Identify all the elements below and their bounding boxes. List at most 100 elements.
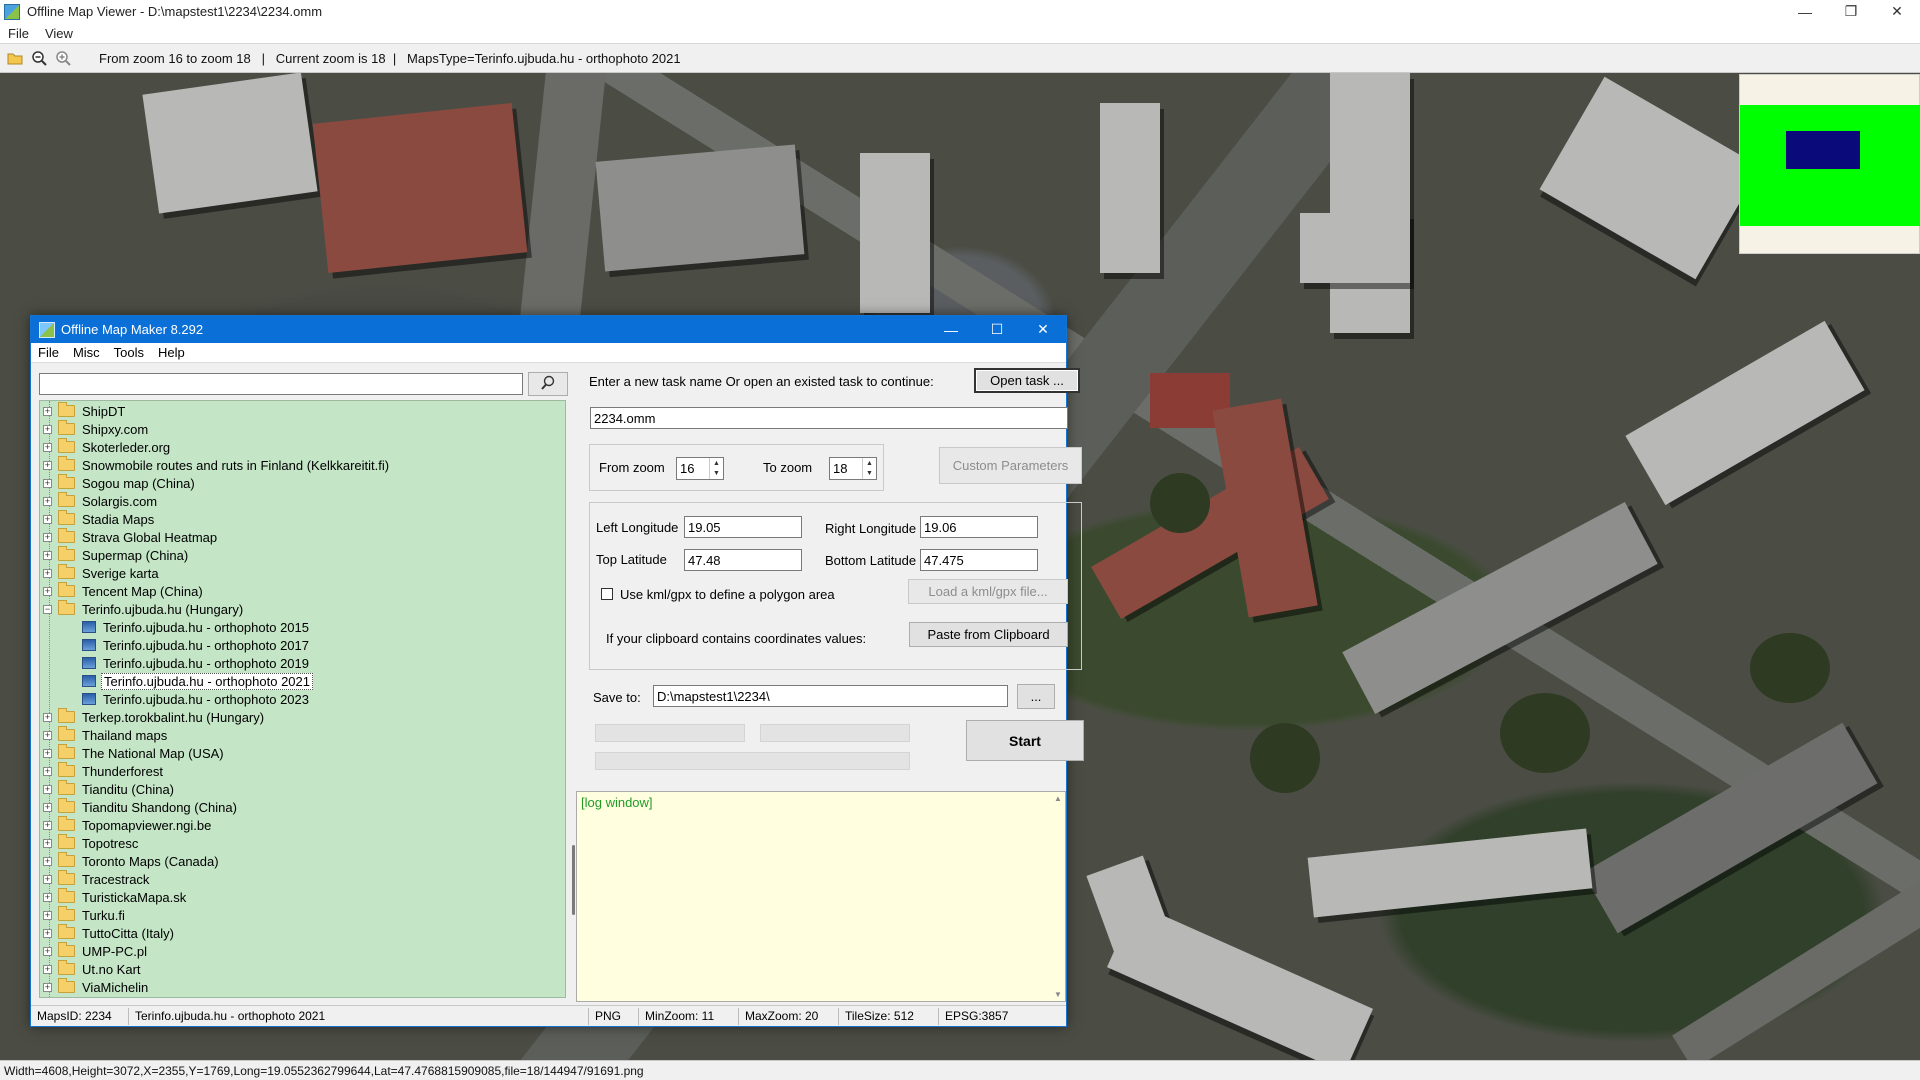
- bottom-latitude-input[interactable]: 47.475: [920, 549, 1038, 571]
- minimap-viewport[interactable]: [1786, 131, 1860, 169]
- expand-icon[interactable]: +: [43, 730, 52, 740]
- tree-folder-item[interactable]: + Ut.no Kart: [40, 960, 143, 978]
- overview-minimap[interactable]: [1739, 74, 1920, 254]
- viewer-menu-view[interactable]: View: [37, 26, 81, 41]
- to-zoom-stepper[interactable]: 18 ▲ ▼: [829, 457, 877, 480]
- expand-icon[interactable]: +: [43, 982, 52, 992]
- tree-folder-item[interactable]: + Snowmobile routes and ruts in Finland (…: [40, 456, 391, 474]
- expand-icon[interactable]: +: [43, 892, 52, 902]
- from-zoom-arrows[interactable]: ▲ ▼: [709, 458, 723, 479]
- start-button[interactable]: Start: [966, 720, 1084, 761]
- tree-folder-item[interactable]: + ViaMichelin: [40, 978, 150, 996]
- expand-icon[interactable]: +: [43, 712, 52, 722]
- expand-icon[interactable]: +: [43, 532, 52, 542]
- open-task-button[interactable]: Open task ...: [974, 368, 1080, 393]
- tree-folder-item[interactable]: + Solargis.com: [40, 492, 159, 510]
- left-longitude-input[interactable]: 19.05: [684, 516, 802, 538]
- tree-folder-item[interactable]: + Tianditu (China): [40, 780, 176, 798]
- tree-folder-item[interactable]: + Turku.fi: [40, 906, 127, 924]
- expand-icon[interactable]: +: [43, 874, 52, 884]
- tree-folder-item[interactable]: + TuristickaMapa.sk: [40, 888, 188, 906]
- tree-folder-item[interactable]: + Tracestrack: [40, 870, 151, 888]
- tree-folder-item[interactable]: + Thailand maps: [40, 726, 169, 744]
- expand-icon[interactable]: +: [43, 766, 52, 776]
- maker-menu-file[interactable]: File: [31, 345, 66, 360]
- expand-icon[interactable]: +: [43, 820, 52, 830]
- zoom-in-icon[interactable]: [51, 46, 75, 70]
- spin-down-icon[interactable]: ▼: [710, 469, 723, 480]
- expand-icon[interactable]: +: [43, 838, 52, 848]
- folder-open-icon[interactable]: [3, 46, 27, 70]
- log-scrollbar[interactable]: ▲ ▼: [1051, 792, 1065, 1001]
- expand-icon[interactable]: +: [43, 550, 52, 560]
- zoom-out-icon[interactable]: [27, 46, 51, 70]
- tree-map-item[interactable]: Terinfo.ujbuda.hu - orthophoto 2015: [40, 618, 311, 636]
- maker-menu-help[interactable]: Help: [151, 345, 192, 360]
- expand-icon[interactable]: +: [43, 586, 52, 596]
- expand-icon[interactable]: +: [43, 784, 52, 794]
- expand-icon[interactable]: +: [43, 946, 52, 956]
- expand-icon[interactable]: +: [43, 442, 52, 452]
- close-icon[interactable]: ✕: [1020, 316, 1066, 343]
- tree-folder-item[interactable]: + Tencent Map (China): [40, 582, 205, 600]
- maximize-icon[interactable]: ☐: [974, 316, 1020, 343]
- expand-icon[interactable]: +: [43, 406, 52, 416]
- tree-map-item[interactable]: Terinfo.ujbuda.hu - orthophoto 2019: [40, 654, 311, 672]
- expand-icon[interactable]: +: [43, 748, 52, 758]
- minimize-icon[interactable]: —: [928, 316, 974, 343]
- close-icon[interactable]: ✕: [1874, 0, 1920, 23]
- tree-folder-item[interactable]: − Terinfo.ujbuda.hu (Hungary): [40, 600, 245, 618]
- tree-folder-item[interactable]: + Sverige karta: [40, 564, 161, 582]
- log-window[interactable]: [log window] ▲ ▼: [576, 791, 1066, 1002]
- maker-menu-tools[interactable]: Tools: [107, 345, 151, 360]
- tree-folder-item[interactable]: + ShipDT: [40, 402, 127, 420]
- viewer-menu-file[interactable]: File: [0, 26, 37, 41]
- load-kml-button[interactable]: Load a kml/gpx file...: [908, 579, 1068, 604]
- tree-map-item[interactable]: Terinfo.ujbuda.hu - orthophoto 2017: [40, 636, 311, 654]
- tree-folder-item[interactable]: + Topomapviewer.ngi.be: [40, 816, 213, 834]
- restore-icon[interactable]: ❐: [1828, 0, 1874, 23]
- tree-folder-item[interactable]: + Thunderforest: [40, 762, 165, 780]
- minimize-icon[interactable]: —: [1782, 0, 1828, 23]
- expand-icon[interactable]: +: [43, 802, 52, 812]
- tree-folder-item[interactable]: + TuttoCitta (Italy): [40, 924, 176, 942]
- expand-icon[interactable]: +: [43, 478, 52, 488]
- tree-folder-item[interactable]: + Stadia Maps: [40, 510, 156, 528]
- expand-icon[interactable]: +: [43, 568, 52, 578]
- expand-icon[interactable]: +: [43, 514, 52, 524]
- save-path-input[interactable]: D:\mapstest1\2234\: [653, 685, 1008, 707]
- spin-up-icon[interactable]: ▲: [710, 458, 723, 469]
- tree-folder-item[interactable]: + Sogou map (China): [40, 474, 197, 492]
- tree-folder-item[interactable]: + Toronto Maps (Canada): [40, 852, 221, 870]
- collapse-icon[interactable]: −: [43, 604, 52, 614]
- tree-folder-item[interactable]: + Shipxy.com: [40, 420, 150, 438]
- expand-icon[interactable]: +: [43, 496, 52, 506]
- tree-folder-item[interactable]: + UMP-PC.pl: [40, 942, 149, 960]
- tree-folder-item[interactable]: + Terkep.torokbalint.hu (Hungary): [40, 708, 266, 726]
- maker-menu-misc[interactable]: Misc: [66, 345, 107, 360]
- spin-up-icon[interactable]: ▲: [863, 458, 876, 469]
- scroll-up-icon[interactable]: ▲: [1054, 794, 1062, 803]
- tree-folder-item[interactable]: + Topotresc: [40, 834, 140, 852]
- expand-icon[interactable]: +: [43, 460, 52, 470]
- tree-scrollbar-thumb[interactable]: [572, 845, 575, 915]
- expand-icon[interactable]: +: [43, 928, 52, 938]
- spin-down-icon[interactable]: ▼: [863, 469, 876, 480]
- top-latitude-input[interactable]: 47.48: [684, 549, 802, 571]
- from-zoom-stepper[interactable]: 16 ▲ ▼: [676, 457, 724, 480]
- search-button[interactable]: [528, 372, 568, 396]
- tree-folder-item[interactable]: + Supermap (China): [40, 546, 190, 564]
- to-zoom-arrows[interactable]: ▲ ▼: [862, 458, 876, 479]
- expand-icon[interactable]: +: [43, 424, 52, 434]
- tree-map-item[interactable]: Terinfo.ujbuda.hu - orthophoto 2021: [40, 672, 313, 690]
- tree-folder-item[interactable]: + Skoterleder.org: [40, 438, 172, 456]
- right-longitude-input[interactable]: 19.06: [920, 516, 1038, 538]
- paste-from-clipboard-button[interactable]: Paste from Clipboard: [909, 622, 1068, 647]
- kml-polygon-checkbox[interactable]: [601, 588, 613, 600]
- tree-folder-item[interactable]: + The National Map (USA): [40, 744, 226, 762]
- browse-button[interactable]: ...: [1017, 684, 1055, 709]
- tree-folder-item[interactable]: + Tianditu Shandong (China): [40, 798, 239, 816]
- task-name-input[interactable]: 2234.omm: [590, 407, 1068, 429]
- map-source-tree[interactable]: + ShipDT + Shipxy.com + Skoterleder.org + Snowm…: [39, 400, 566, 998]
- search-input[interactable]: [39, 373, 523, 395]
